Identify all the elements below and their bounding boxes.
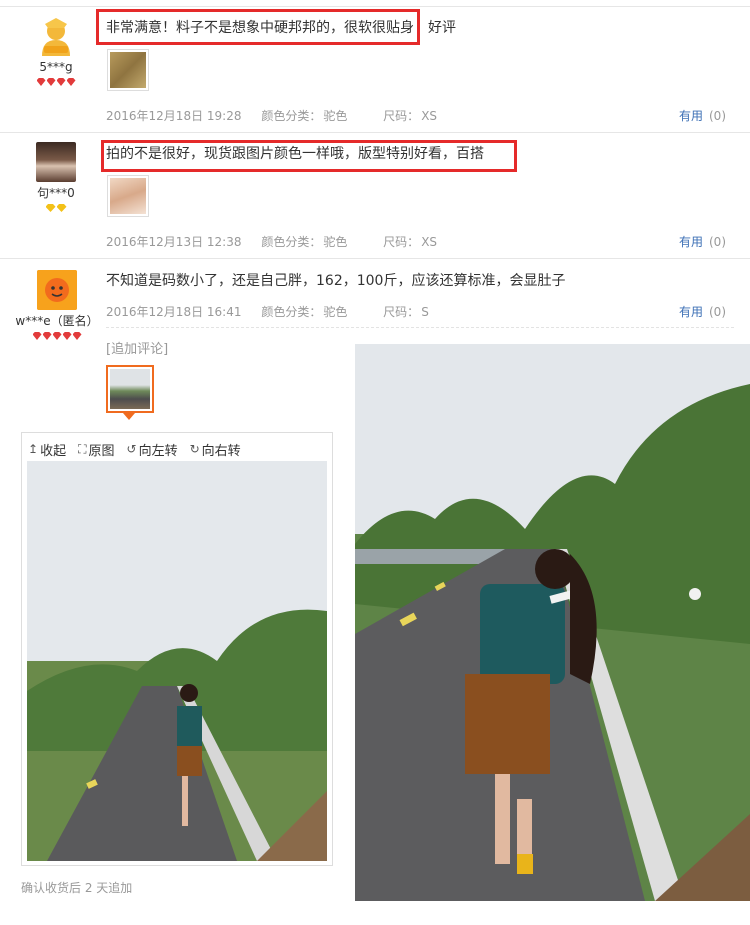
review-meta: 2016年12月18日 16:41 颜色分类： 驼色 尺码： S <box>106 303 461 320</box>
reviewer-rank <box>24 204 88 212</box>
reviewer-rank <box>12 332 102 340</box>
collapse-button[interactable]: ↥ 收起 <box>28 440 66 459</box>
enlarged-photo[interactable] <box>355 344 750 901</box>
red-gem-icon <box>32 332 42 340</box>
yellow-gem-icon <box>56 204 67 212</box>
useful-button[interactable]: 有用 <box>679 109 703 123</box>
anonymous-user-icon <box>37 270 77 310</box>
anonymous-avatar[interactable] <box>37 270 77 310</box>
useful-button[interactable]: 有用 <box>679 235 703 249</box>
append-note: 确认收货后 2 天追加 <box>21 881 133 895</box>
color-label: 颜色分类： <box>261 235 322 249</box>
red-gem-icon <box>56 78 66 86</box>
vip-user-icon <box>42 18 70 56</box>
reviewer-info: 句***0 <box>24 142 88 212</box>
color-label: 颜色分类： <box>261 305 322 319</box>
enlarged-road-photo-image <box>355 344 750 901</box>
size-value: S <box>421 305 429 319</box>
color-value: 驼色 <box>323 109 348 123</box>
append-photo-thumb-selected[interactable] <box>106 365 154 413</box>
reviewer-rank <box>24 78 88 86</box>
size-value: XS <box>421 109 438 123</box>
useful-count: (0) <box>709 109 726 123</box>
color-label: 颜色分类： <box>261 109 322 123</box>
rotate-right-label: 向右转 <box>201 443 241 459</box>
review-date: 2016年12月13日 12:38 <box>106 235 242 249</box>
red-gem-icon <box>36 78 46 86</box>
color-value: 驼色 <box>323 305 348 319</box>
color-value: 驼色 <box>323 235 348 249</box>
review-content: 不知道是码数小了，还是自己胖，162，100斤，应该还算标准，会显肚子 <box>106 271 565 291</box>
vip-avatar[interactable] <box>36 16 76 56</box>
rotate-right-icon: ↻ <box>189 442 200 456</box>
road-photo-image <box>27 461 327 861</box>
review-meta: 2016年12月18日 19:28 颜色分类： 驼色 尺码： XS <box>106 107 469 124</box>
user-avatar[interactable] <box>36 142 76 182</box>
size-label: 尺码： <box>383 305 420 319</box>
size-label: 尺码： <box>383 235 420 249</box>
collapse-label: 收起 <box>40 443 67 459</box>
review-photo-thumb[interactable] <box>107 49 149 91</box>
arrow-up-icon: ↥ <box>28 442 39 456</box>
red-gem-icon <box>42 332 52 340</box>
yellow-gem-icon <box>45 204 56 212</box>
expand-icon: ⛶ <box>78 441 87 456</box>
review-rating-text: 好评 <box>428 20 456 36</box>
size-label: 尺码： <box>383 109 420 123</box>
review-photo-thumb[interactable] <box>107 175 149 217</box>
red-gem-icon <box>46 78 56 86</box>
highlight-box <box>96 9 420 45</box>
reviewer-name: 句***0 <box>37 186 75 200</box>
review-date: 2016年12月18日 16:41 <box>106 305 242 319</box>
original-label: 原图 <box>88 443 115 459</box>
review-divider <box>0 258 750 259</box>
review-date: 2016年12月18日 19:28 <box>106 109 242 123</box>
review-divider <box>0 132 750 133</box>
top-divider <box>0 6 750 7</box>
rotate-left-label: 向左转 <box>138 443 178 459</box>
viewer-photo[interactable] <box>27 461 327 861</box>
useful-button[interactable]: 有用 <box>679 305 703 319</box>
highlight-box <box>101 140 517 172</box>
red-gem-icon <box>62 332 72 340</box>
review-text: 不知道是码数小了，还是自己胖，162，100斤，应该还算标准，会显肚子 <box>106 273 566 289</box>
reviewer-name: w***e（匿名） <box>15 314 99 328</box>
selected-indicator-icon <box>123 413 135 420</box>
useful-vote: 有用 (0) <box>679 233 726 250</box>
useful-vote: 有用 (0) <box>679 107 726 124</box>
red-gem-icon <box>66 78 76 86</box>
reviewer-name: 5***g <box>39 60 73 74</box>
useful-count: (0) <box>709 305 726 319</box>
red-gem-icon <box>72 332 82 340</box>
append-divider <box>106 327 734 328</box>
red-gem-icon <box>52 332 62 340</box>
original-image-button[interactable]: ⛶ 原图 <box>78 440 114 459</box>
append-review-label: [追加评论] <box>106 342 169 357</box>
rotate-left-button[interactable]: ↺ 向左转 <box>127 440 178 459</box>
rotate-right-button[interactable]: ↻ 向右转 <box>190 440 241 459</box>
size-value: XS <box>421 235 438 249</box>
image-viewer: ↥ 收起 ⛶ 原图 ↺ 向左转 ↻ 向右转 <box>21 432 333 866</box>
useful-count: (0) <box>709 235 726 249</box>
reviewer-info: 5***g <box>24 16 88 86</box>
reviewer-info: w***e（匿名） <box>12 270 102 340</box>
useful-vote: 有用 (0) <box>679 303 726 320</box>
rotate-left-icon: ↺ <box>126 442 137 456</box>
viewer-toolbar: ↥ 收起 ⛶ 原图 ↺ 向左转 ↻ 向右转 <box>28 439 241 459</box>
review-meta: 2016年12月13日 12:38 颜色分类： 驼色 尺码： XS <box>106 233 469 250</box>
